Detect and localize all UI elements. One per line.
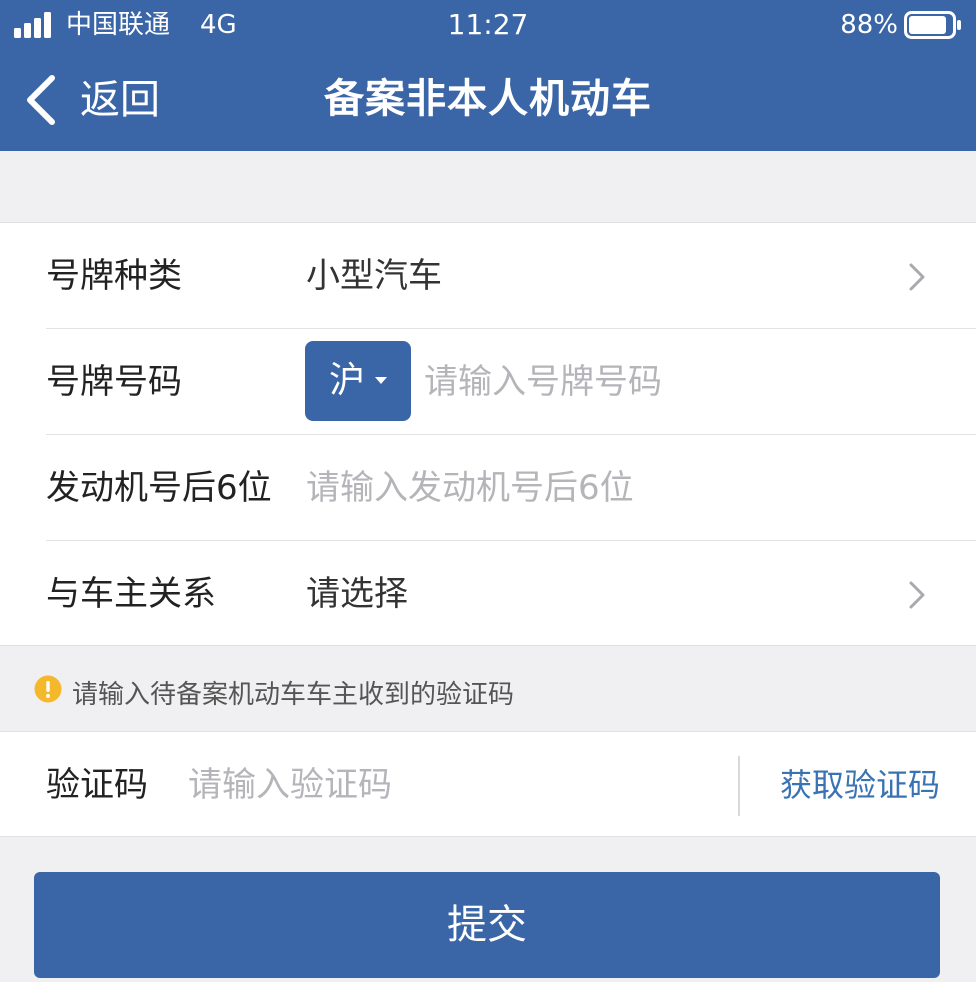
warning-circle-icon bbox=[34, 675, 62, 703]
battery-percent: 88% bbox=[840, 10, 898, 40]
relationship-label: 与车主关系 bbox=[46, 574, 216, 614]
status-time: 11:27 bbox=[447, 8, 529, 41]
chevron-right-icon bbox=[909, 581, 925, 609]
verification-label: 验证码 bbox=[46, 765, 148, 805]
battery-icon bbox=[904, 11, 961, 39]
status-bar: 中国联通 4G 11:27 88% bbox=[0, 0, 976, 50]
plate-type-label: 号牌种类 bbox=[46, 256, 182, 296]
get-code-button[interactable]: 获取验证码 bbox=[780, 732, 940, 838]
engine-number-input[interactable] bbox=[306, 435, 926, 541]
page-title: 备案非本人机动车 bbox=[324, 76, 652, 122]
province-select[interactable]: 沪 bbox=[305, 341, 411, 421]
chevron-right-icon bbox=[909, 263, 925, 291]
app-header: 中国联通 4G 11:27 88% 返回 备案非本人机动车 bbox=[0, 0, 976, 151]
hint-text: 请输入待备案机动车车主收到的验证码 bbox=[72, 680, 515, 710]
nav-bar: 返回 备案非本人机动车 bbox=[0, 50, 976, 151]
plate-type-value: 小型汽车 bbox=[306, 256, 442, 296]
verification-hint: 请输入待备案机动车车主收到的验证码 bbox=[0, 647, 976, 731]
relationship-row[interactable]: 与车主关系 请选择 bbox=[46, 541, 976, 647]
plate-number-row: 号牌号码 沪 bbox=[46, 329, 976, 435]
relationship-value: 请选择 bbox=[306, 574, 408, 614]
province-value: 沪 bbox=[328, 360, 365, 401]
verification-row: 验证码 获取验证码 bbox=[0, 731, 976, 838]
engine-number-row: 发动机号后6位 bbox=[46, 435, 976, 541]
plate-type-row[interactable]: 号牌种类 小型汽车 bbox=[46, 223, 976, 329]
plate-number-label: 号牌号码 bbox=[46, 362, 182, 402]
engine-number-label: 发动机号后6位 bbox=[46, 468, 272, 508]
submit-button[interactable]: 提交 bbox=[34, 872, 940, 978]
plate-number-input[interactable] bbox=[424, 329, 924, 435]
caret-down-icon bbox=[375, 377, 387, 384]
vehicle-form: 号牌种类 小型汽车 号牌号码 沪 发动机号后6位 与车主关系 请选择 bbox=[0, 222, 976, 646]
verification-code-input[interactable] bbox=[188, 732, 728, 838]
divider bbox=[738, 756, 740, 816]
